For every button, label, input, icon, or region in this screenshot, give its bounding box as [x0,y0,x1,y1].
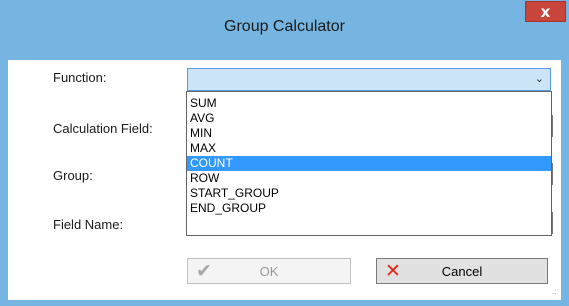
function-dropdown-list[interactable]: SUM AVG MIN MAX COUNT ROW START_GROUP END_GROUP [186,91,552,236]
dropdown-option-start-group[interactable]: START_GROUP [187,186,551,201]
ok-button[interactable]: ✔ OK [187,258,351,284]
resize-grip-icon[interactable]: .: [552,288,562,300]
function-label: Function: [53,70,107,85]
window-title: Group Calculator [224,18,345,35]
field-name-label: Field Name: [53,217,124,232]
group-calculator-window: Group Calculator x Function: Calculation… [0,0,569,306]
group-label: Group: [53,168,93,183]
chevron-down-icon[interactable]: ⌄ [535,72,544,85]
dropdown-option-max[interactable]: MAX [187,141,551,156]
close-icon: x [540,2,551,21]
dropdown-option-sum[interactable]: SUM [187,96,551,111]
window-frame-bottom [0,300,569,306]
dropdown-option-count[interactable]: COUNT [187,156,551,171]
cancel-button[interactable]: ✕ Cancel [376,258,548,284]
ok-button-label: OK [259,264,279,279]
dropdown-option-row[interactable]: ROW [187,171,551,186]
dropdown-option-avg[interactable]: AVG [187,111,551,126]
dropdown-option-min[interactable]: MIN [187,126,551,141]
function-combobox[interactable]: ⌄ [187,68,551,91]
dropdown-option-end-group[interactable]: END_GROUP [187,201,551,216]
close-button[interactable]: x [525,1,566,22]
title-bar[interactable]: Group Calculator x [0,0,569,60]
cancel-button-label: Cancel [441,264,483,279]
calculation-field-label: Calculation Field: [53,121,153,136]
